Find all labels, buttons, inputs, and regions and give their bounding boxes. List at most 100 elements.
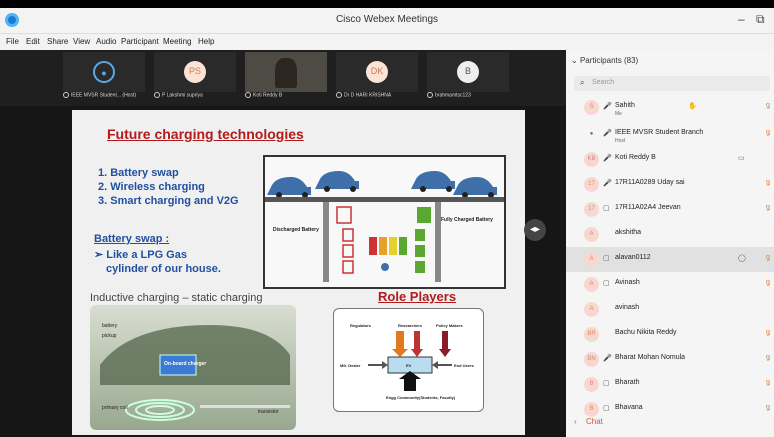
mic-icon: 🎤 bbox=[603, 130, 612, 137]
participant-name: Sahith bbox=[615, 102, 635, 109]
role-dealer: Mfr. Dealer bbox=[340, 363, 361, 368]
mute-icon[interactable]: ǥ bbox=[766, 329, 770, 336]
restore-button[interactable]: ⧉ bbox=[756, 12, 765, 27]
phone-icon: ▢ bbox=[603, 405, 610, 412]
participant-row[interactable]: S 🎤 Sahith Me ✋ ǥ bbox=[566, 95, 774, 120]
point-3: 3. Smart charging and V2G bbox=[98, 195, 239, 207]
mute-icon[interactable]: ǥ bbox=[766, 254, 770, 261]
avatar: 17 bbox=[584, 177, 599, 192]
participant-name: Bhavana bbox=[615, 404, 643, 411]
menu-help[interactable]: Help bbox=[198, 37, 214, 46]
menu-audio[interactable]: Audio bbox=[96, 37, 116, 46]
avatar: B bbox=[584, 402, 599, 417]
participant-row[interactable]: A avinash bbox=[566, 297, 774, 322]
role-players-diagram: Regulators Researchers Policy Makers Mfr… bbox=[333, 308, 484, 412]
mute-icon[interactable]: ǥ bbox=[766, 102, 770, 109]
participant-row[interactable]: B ▢ Bharath ǥ bbox=[566, 372, 774, 397]
role-ev: EV bbox=[406, 363, 412, 368]
mute-icon[interactable]: ǥ bbox=[766, 204, 770, 211]
menu-view[interactable]: View bbox=[73, 37, 90, 46]
participant-row[interactable]: A akshitha bbox=[566, 222, 774, 247]
phone-icon: ▢ bbox=[603, 205, 610, 212]
search-input[interactable]: Search bbox=[592, 79, 614, 86]
role-players-title: Role Players bbox=[378, 289, 457, 304]
video-tile-ps[interactable]: PS bbox=[154, 52, 236, 92]
mute-icon[interactable]: ǥ bbox=[766, 179, 770, 186]
menu-edit[interactable]: Edit bbox=[26, 37, 40, 46]
mute-icon[interactable]: ǥ bbox=[766, 279, 770, 286]
participant-name: Bachu Nikita Reddy bbox=[615, 329, 677, 336]
person-video bbox=[275, 58, 297, 88]
mute-icon[interactable]: ǥ bbox=[766, 379, 770, 386]
avatar-b: B bbox=[457, 61, 479, 83]
host-avatar: ● bbox=[589, 131, 594, 137]
participant-name: Koti Reddy B bbox=[615, 154, 656, 161]
participant-row[interactable]: 17 ▢ 17R11A02A4 Jeevan ǥ bbox=[566, 197, 774, 222]
participant-name: avinash bbox=[615, 304, 640, 311]
participant-row[interactable]: 17 🎤 17R11A0289 Uday sai ǥ bbox=[566, 172, 774, 197]
inductive-charging-image: battery pickup On-board charger primary … bbox=[90, 305, 296, 430]
participant-name: akshitha bbox=[615, 229, 642, 236]
participant-row-selected[interactable]: A ▢ alavan0112 ◯ ǥ bbox=[566, 247, 774, 272]
participant-row[interactable]: A ▢ Avinash ǥ bbox=[566, 272, 774, 297]
avatar: KB bbox=[584, 152, 599, 167]
video-tile-koti[interactable] bbox=[245, 52, 327, 92]
top-black-bar bbox=[0, 0, 774, 8]
participant-name: Bharat Mohan Nomula bbox=[615, 354, 686, 361]
participant-row[interactable]: KB 🎤 Koti Reddy B ▭ bbox=[566, 147, 774, 172]
menu-share[interactable]: Share bbox=[47, 37, 68, 46]
participant-name: 17R11A0289 Uday sai bbox=[615, 179, 685, 186]
avatar-ps: PS bbox=[184, 61, 206, 83]
window-title: Cisco Webex Meetings bbox=[335, 14, 439, 25]
raise-hand-icon[interactable]: ✋ bbox=[688, 102, 697, 110]
participant-name: 17R11A02A4 Jeevan bbox=[615, 204, 681, 211]
car-label-charger: On-board charger bbox=[164, 361, 207, 367]
participant-row[interactable]: BN 🎤 Bharat Mohan Nomula ǥ bbox=[566, 347, 774, 372]
point-2: 2. Wireless charging bbox=[98, 181, 205, 193]
panel-resize-handle-icon[interactable]: ◂▸ bbox=[524, 219, 546, 241]
menu-file[interactable]: File bbox=[6, 37, 19, 46]
phone-icon: ▢ bbox=[603, 255, 610, 262]
participants-header[interactable]: ⌄ Participants (83) bbox=[571, 56, 638, 65]
chat-label: Chat bbox=[586, 417, 603, 426]
minimize-button[interactable]: – bbox=[738, 12, 745, 26]
tile-name-dk: Dr D HARI KRISHNA bbox=[336, 92, 421, 102]
battery-swap-title: Battery swap : bbox=[94, 233, 170, 245]
participant-name: Avinash bbox=[615, 279, 640, 286]
mute-icon[interactable]: ǥ bbox=[766, 404, 770, 411]
participant-name: IEEE MVSR Student Branch bbox=[615, 129, 704, 136]
role-policy-makers: Policy Makers bbox=[436, 323, 463, 328]
avatar-dk: DK bbox=[366, 61, 388, 83]
chevron-right-icon: › bbox=[574, 417, 577, 426]
car-label-transistor: transistor bbox=[258, 409, 279, 415]
chat-panel-toggle[interactable]: › Chat bbox=[566, 416, 774, 430]
menu-participant[interactable]: Participant bbox=[121, 37, 159, 46]
title-bar: Cisco Webex Meetings – ⧉ bbox=[0, 8, 774, 34]
charged-label: Fully Charged Battery bbox=[441, 217, 493, 223]
participant-row[interactable]: BR Bachu Nikita Reddy ǥ bbox=[566, 322, 774, 347]
slide-title: Future charging technologies bbox=[107, 126, 304, 142]
mic-icon: 🎤 bbox=[603, 103, 612, 110]
chat-bubble-icon[interactable]: ◯ bbox=[738, 254, 746, 262]
video-tile-b[interactable]: B bbox=[427, 52, 509, 92]
participant-row[interactable]: ● 🎤 IEEE MVSR Student Branch Host ǥ bbox=[566, 122, 774, 147]
participant-name: Bharath bbox=[615, 379, 640, 386]
mic-icon: 🎤 bbox=[603, 355, 612, 362]
avatar: B bbox=[584, 377, 599, 392]
phone-icon: ▢ bbox=[603, 380, 610, 387]
mic-icon: 🎤 bbox=[603, 155, 612, 162]
video-strip: ● PS DK B IEEE MVSR Student... (Host) P … bbox=[0, 50, 566, 106]
camera-icon[interactable]: ▭ bbox=[738, 154, 745, 162]
video-tile-dk[interactable]: DK bbox=[336, 52, 418, 92]
search-field[interactable]: ⌕ Search bbox=[574, 76, 770, 91]
menu-meeting[interactable]: Meeting bbox=[163, 37, 191, 46]
car-label-battery: battery bbox=[102, 323, 118, 329]
avatar: A bbox=[584, 227, 599, 242]
mute-icon[interactable]: ǥ bbox=[766, 354, 770, 361]
participant-role: Host bbox=[615, 138, 626, 144]
participant-role: Me bbox=[615, 111, 622, 117]
mute-icon[interactable]: ǥ bbox=[766, 129, 770, 136]
phone-icon: ▢ bbox=[603, 280, 610, 287]
avatar: A bbox=[584, 252, 599, 267]
video-tile-host[interactable]: ● bbox=[63, 52, 145, 92]
